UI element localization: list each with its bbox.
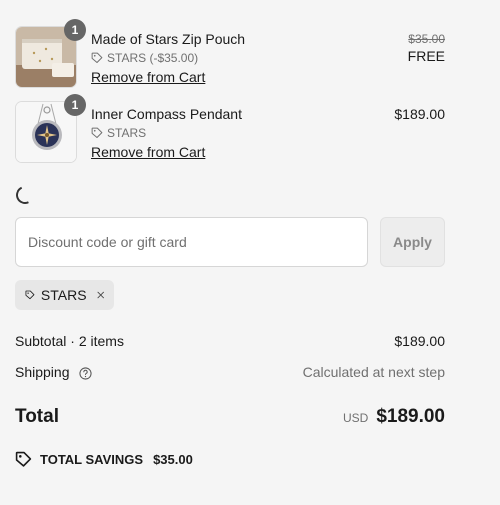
final-price: $189.00 xyxy=(394,106,445,122)
subtotal-row: Subtotal · 2 items $189.00 xyxy=(15,332,445,350)
help-icon[interactable] xyxy=(79,367,92,380)
item-price: $189.00 xyxy=(394,106,445,123)
shipping-label-group: Shipping xyxy=(15,364,92,380)
loading-spinner-icon xyxy=(13,183,37,207)
product-name: Inner Compass Pendant xyxy=(91,106,242,122)
item-info: Inner Compass Pendant STARS Remove from … xyxy=(91,106,242,161)
total-value: $189.00 xyxy=(376,406,445,427)
item-discount: STARS xyxy=(91,125,242,141)
cart-item: 1 Made of Stars Zip Pouch STARS (-$35.00… xyxy=(15,19,445,88)
discount-code-input[interactable] xyxy=(15,217,368,267)
subtotal-value: $189.00 xyxy=(394,333,445,349)
shipping-value: Calculated at next step xyxy=(302,364,445,380)
total-savings: TOTAL SAVINGS $35.00 xyxy=(15,451,193,468)
quantity-badge: 1 xyxy=(64,19,86,41)
total-amount-group: USD $189.00 xyxy=(343,406,445,428)
total-row: Total USD $189.00 xyxy=(15,404,445,430)
tag-icon xyxy=(91,127,103,138)
applied-discount-chip: STARS xyxy=(15,280,114,310)
savings-label: TOTAL SAVINGS xyxy=(40,452,144,467)
applied-code-label: STARS xyxy=(40,287,87,303)
tag-icon xyxy=(15,451,32,467)
close-icon[interactable] xyxy=(97,289,104,301)
product-name: Made of Stars Zip Pouch xyxy=(91,31,246,47)
quantity-badge: 1 xyxy=(64,94,86,116)
shipping-row: Shipping Calculated at next step xyxy=(15,363,445,381)
cart-item: 1 Inner Compass Pendant STARS Remove fro… xyxy=(15,94,445,163)
tag-icon xyxy=(25,290,35,300)
shipping-label: Shipping xyxy=(15,364,70,380)
final-price: FREE xyxy=(407,48,445,64)
subtotal-label: Subtotal · 2 items xyxy=(15,333,124,349)
currency-code: USD xyxy=(342,411,369,425)
discount-label: STARS (-$35.00) xyxy=(107,51,199,65)
item-info: Made of Stars Zip Pouch STARS (-$35.00) … xyxy=(91,31,245,86)
total-label: Total xyxy=(15,406,59,427)
item-discount: STARS (-$35.00) xyxy=(91,50,245,66)
apply-button[interactable]: Apply xyxy=(380,217,445,267)
item-price: $35.00 FREE xyxy=(408,31,445,65)
original-price: $35.00 xyxy=(408,32,445,46)
tag-icon xyxy=(91,52,103,63)
discount-label: STARS xyxy=(107,126,147,140)
remove-from-cart-link[interactable]: Remove from Cart xyxy=(91,69,245,86)
savings-amount: $35.00 xyxy=(153,452,193,467)
remove-from-cart-link[interactable]: Remove from Cart xyxy=(91,144,242,161)
